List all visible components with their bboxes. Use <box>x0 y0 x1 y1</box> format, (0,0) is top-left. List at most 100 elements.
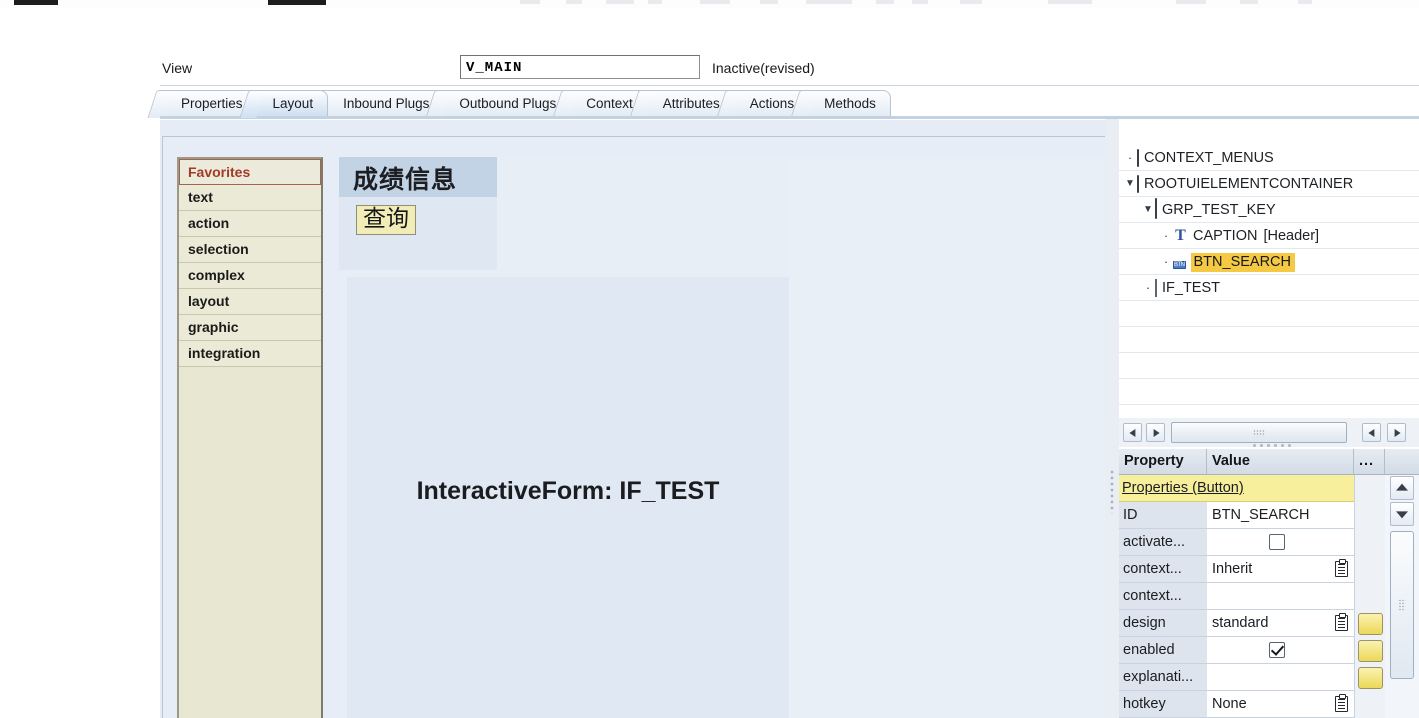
column-header-property[interactable]: Property <box>1119 449 1207 474</box>
property-value-cell[interactable] <box>1207 664 1354 690</box>
pane-scroll-left-button[interactable] <box>1362 423 1381 442</box>
twisty-expanded-icon[interactable]: ▼ <box>1123 171 1137 197</box>
pane-resize-grip-icon[interactable] <box>1251 443 1291 448</box>
column-header-value[interactable]: Value <box>1207 449 1354 474</box>
tree-empty-row <box>1119 379 1419 405</box>
value-help-icon[interactable] <box>1335 613 1348 631</box>
pane-scroll-right-button[interactable] <box>1387 423 1406 442</box>
tab-methods[interactable]: Methods <box>803 90 891 116</box>
property-value-cell[interactable]: None <box>1207 691 1354 717</box>
button-icon: BTN <box>1173 261 1186 270</box>
property-binding-button-column <box>1354 475 1385 718</box>
search-button-preview[interactable]: 查询 <box>356 205 416 236</box>
canvas-rightpane-splitter[interactable] <box>1105 119 1119 718</box>
interactive-form-icon <box>1155 275 1157 301</box>
interactive-form-placeholder[interactable]: InteractiveForm: IF_TEST <box>347 277 789 718</box>
property-value-cell[interactable] <box>1207 529 1354 555</box>
property-name-cell[interactable]: explanati... <box>1119 664 1207 690</box>
column-header-more[interactable]: ... <box>1354 449 1385 474</box>
tree-bullet-icon: · <box>1127 150 1133 166</box>
palette-item-integration[interactable]: integration <box>179 341 321 367</box>
tree-node-label: ROOTUIELEMENTCONTAINER <box>1144 176 1354 193</box>
ui-element-tree[interactable]: · CONTEXT_MENUS ▼ ROOTUIELEMENTCONTAINER ▼ GR… <box>1119 145 1419 417</box>
palette-item-selection[interactable]: selection <box>179 237 321 263</box>
property-scroll-up-button[interactable] <box>1390 476 1414 500</box>
property-name-cell[interactable]: enabled <box>1119 637 1207 663</box>
view-name-input[interactable] <box>460 55 700 79</box>
property-section-row[interactable]: Properties (Button) <box>1119 475 1354 502</box>
checkbox-icon <box>1137 145 1139 171</box>
property-section-label[interactable]: Properties (Button) <box>1119 475 1354 501</box>
tree-node-if_test[interactable]: · IF_TEST <box>1119 275 1419 301</box>
thumb-grip-icon <box>1398 599 1406 611</box>
interactive-form-label: InteractiveForm: IF_TEST <box>416 477 720 505</box>
property-grid-header: Property Value ... <box>1119 449 1419 475</box>
tree-node-btn_search[interactable]: · BTN BTN_SEARCH <box>1119 249 1419 275</box>
ui-element-palette: Favorites text action selection complex layou… <box>177 157 323 718</box>
tree-empty-row <box>1119 405 1419 417</box>
property-value-cell[interactable] <box>1207 637 1354 663</box>
property-value-cell[interactable]: BTN_SEARCH <box>1207 502 1354 528</box>
palette-item-text[interactable]: text <box>179 185 321 211</box>
property-value-checkbox[interactable] <box>1269 534 1285 550</box>
property-scrollbar-thumb[interactable] <box>1390 531 1414 679</box>
property-binding-button[interactable] <box>1358 640 1383 662</box>
tab-layout[interactable]: Layout <box>251 90 329 116</box>
tree-node-grp_test_key[interactable]: ▼ GRP_TEST_KEY <box>1119 197 1419 223</box>
canvas-empty-area <box>789 157 1107 718</box>
palette-item-complex[interactable]: complex <box>179 263 321 289</box>
tree-scrollbar-thumb[interactable] <box>1171 422 1347 443</box>
tree-node-caption[interactable]: · T CAPTION [Header] <box>1119 223 1419 249</box>
tree-node-label: IF_TEST <box>1162 280 1221 297</box>
property-name-cell[interactable]: ID <box>1119 502 1207 528</box>
property-value-cell[interactable] <box>1207 583 1354 609</box>
splitter-grip-icon <box>1110 469 1114 513</box>
property-name-cell[interactable]: context... <box>1119 583 1207 609</box>
palette-item-graphic[interactable]: graphic <box>179 315 321 341</box>
value-help-icon[interactable] <box>1335 559 1348 577</box>
property-row[interactable]: enabled <box>1119 637 1354 664</box>
group-header-band: 成绩信息 <box>339 157 497 197</box>
twisty-expanded-icon[interactable]: ▼ <box>1141 197 1155 223</box>
tree-node-rootuielementcontainer[interactable]: ▼ ROOTUIELEMENTCONTAINER <box>1119 171 1419 197</box>
tree-scroll-right-button[interactable] <box>1146 423 1165 442</box>
layout-canvas-preview[interactable]: 成绩信息 查询 InteractiveForm: IF_TEST <box>339 157 1107 718</box>
property-grid-vertical-scrollbar[interactable] <box>1385 475 1419 718</box>
tab-outbound-plugs[interactable]: Outbound Plugs <box>438 90 572 116</box>
tree-empty-row <box>1119 327 1419 353</box>
property-binding-button[interactable] <box>1358 613 1383 635</box>
palette-item-favorites[interactable]: Favorites <box>179 159 321 185</box>
palette-item-action[interactable]: action <box>179 211 321 237</box>
property-value-checkbox[interactable] <box>1269 642 1285 658</box>
tree-node-context_menus[interactable]: · CONTEXT_MENUS <box>1119 145 1419 171</box>
group-caption-text: 成绩信息 <box>353 165 458 194</box>
property-name-cell[interactable]: activate... <box>1119 529 1207 555</box>
value-help-icon[interactable] <box>1335 694 1348 712</box>
property-row[interactable]: ID BTN_SEARCH <box>1119 502 1354 529</box>
property-row[interactable]: activate... <box>1119 529 1354 556</box>
text-icon: T <box>1175 227 1186 245</box>
property-row[interactable]: context... Inherit <box>1119 556 1354 583</box>
tree-node-label: CAPTION <box>1193 228 1258 245</box>
property-value-cell[interactable]: Inherit <box>1207 556 1354 582</box>
tree-node-label: CONTEXT_MENUS <box>1144 150 1274 167</box>
property-name-cell[interactable]: hotkey <box>1119 691 1207 717</box>
tree-empty-row <box>1119 353 1419 379</box>
tree-horizontal-scrollbar[interactable] <box>1119 417 1419 448</box>
property-value-cell[interactable]: standard <box>1207 610 1354 636</box>
property-row[interactable]: explanati... <box>1119 664 1354 691</box>
property-row[interactable]: hotkey None <box>1119 691 1354 718</box>
property-name-cell[interactable]: design <box>1119 610 1207 636</box>
tree-bullet-icon: · <box>1145 280 1151 296</box>
tree-scroll-left-button[interactable] <box>1123 423 1142 442</box>
property-name-cell[interactable]: context... <box>1119 556 1207 582</box>
property-binding-button[interactable] <box>1358 667 1383 689</box>
property-row[interactable]: context... <box>1119 583 1354 610</box>
property-row[interactable]: design standard <box>1119 610 1354 637</box>
palette-item-layout[interactable]: layout <box>179 289 321 315</box>
property-grid-rows: Properties (Button) ID BTN_SEARCH activate.… <box>1119 475 1354 718</box>
tree-empty-row <box>1119 301 1419 327</box>
view-header-bar: View Inactive(revised) <box>160 52 1419 86</box>
property-scroll-down-button[interactable] <box>1390 502 1414 526</box>
tree-bullet-icon: · <box>1163 228 1169 244</box>
